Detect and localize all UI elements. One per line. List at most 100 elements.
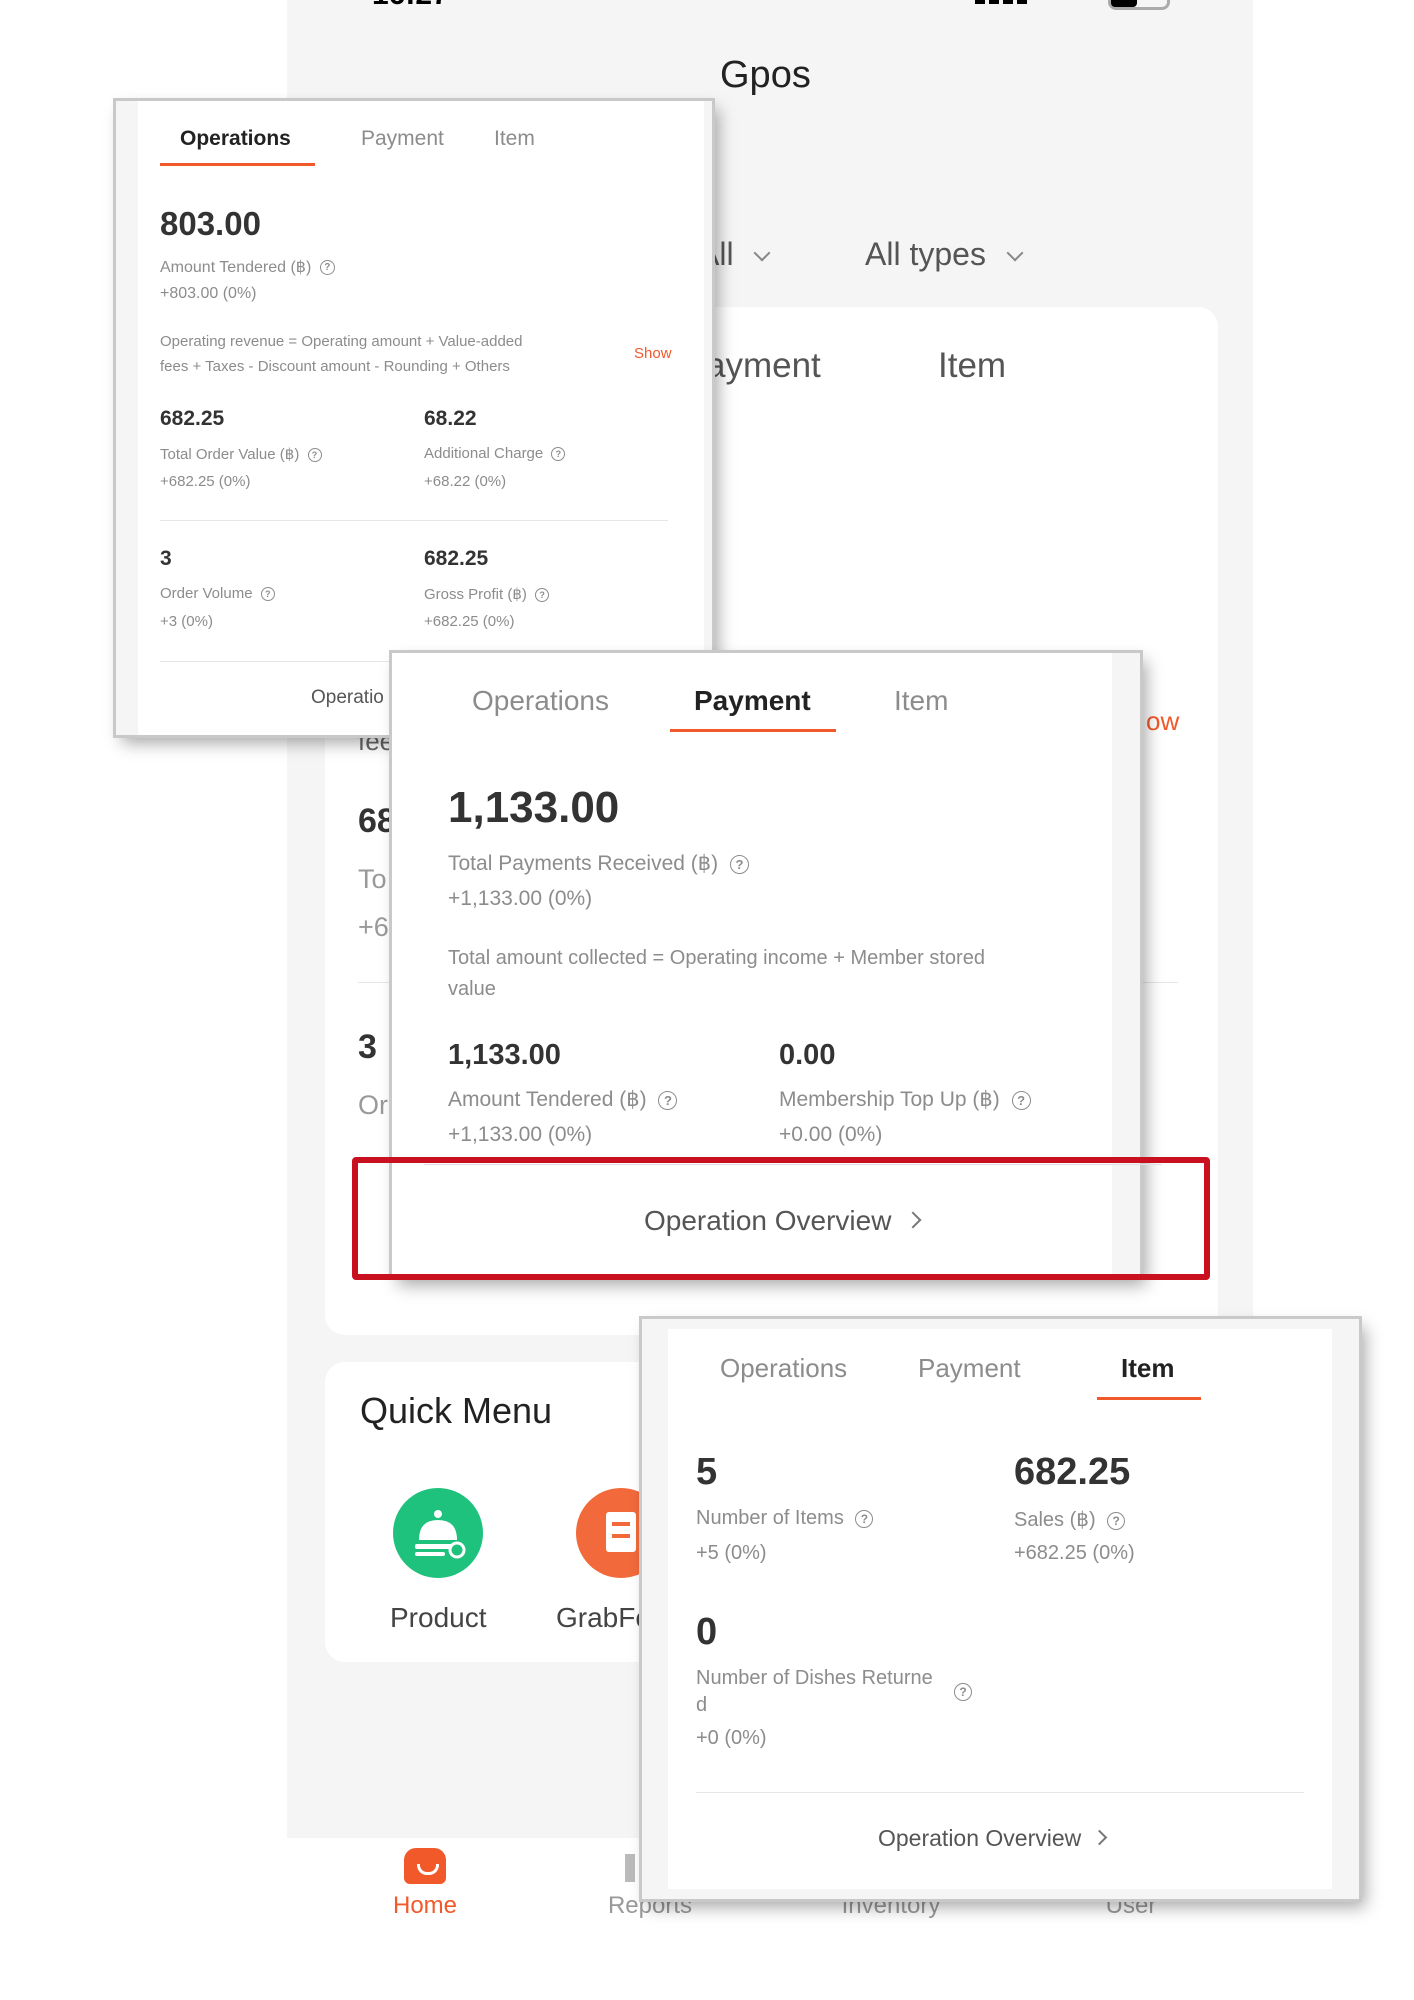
tab-item[interactable]: Item [1121,1353,1174,1384]
dishes-returned-label-2: d [696,1694,708,1716]
operation-overview-label: Operation Overview [878,1825,1082,1851]
chevron-right-icon [1091,1829,1107,1846]
metric-label-text: Additional Charge [424,445,544,462]
operations-card: Operations Payment Item 803.00 Amount Te… [138,101,704,735]
show-link[interactable]: Show [634,345,672,362]
amount-tendered-value: 803.00 [160,205,261,242]
tab-payment[interactable]: Payment [694,685,811,717]
metric-label: Order Volume ? [160,585,275,602]
type-filter-label: All types [865,236,986,272]
metric-label: Number of Items ? [696,1507,874,1530]
metric-label-text: Membership Top Up (฿) [779,1088,1000,1111]
chevron-down-icon [1006,244,1024,262]
metric-label-text: Gross Profit (฿) [424,586,527,603]
help-icon[interactable]: ? [1011,1090,1031,1110]
chevron-down-icon [753,244,771,262]
bg-change-fragment: +6 [358,912,389,942]
home-icon [404,1848,446,1884]
type-filter[interactable]: All types [865,236,1024,276]
metric-value: 3 [160,547,172,570]
help-icon[interactable]: ? [535,588,550,603]
app-title: Gpos [720,54,811,96]
bg-value-fragment: 68 [358,802,396,840]
active-tab-indicator [670,729,836,732]
help-icon[interactable]: ? [954,1683,972,1701]
tab-operations[interactable]: Operations [472,685,609,717]
help-icon[interactable]: ? [729,854,749,874]
sales-value: 682.25 [1014,1451,1131,1493]
help-icon[interactable]: ? [855,1509,874,1528]
total-payments-label-text: Total Payments Received (฿) [448,852,719,875]
formula-line-1: Operating revenue = Operating amount + V… [160,333,523,350]
operations-panel-screenshot: Operations Payment Item 803.00 Amount Te… [116,101,712,735]
tab-home[interactable]: Home [360,1848,490,1958]
item-card: Operations Payment Item 5 Number of Item… [668,1329,1332,1889]
amount-tendered-change: +803.00 (0%) [160,285,257,302]
item-panel-screenshot: Operations Payment Item 5 Number of Item… [642,1319,1359,1899]
battery-icon [1108,0,1170,10]
quick-menu-grabfood-label: GrabFo [556,1602,651,1633]
metric-change: +5 (0%) [696,1542,767,1564]
metric-change: +682.25 (0%) [160,473,251,490]
divider [696,1792,1304,1793]
tab-payment[interactable]: Payment [918,1353,1021,1384]
metric-change: +0.00 (0%) [779,1123,883,1146]
formula-line-2: fees + Taxes - Discount amount - Roundin… [160,358,510,375]
metric-change: +3 (0%) [160,613,213,630]
tab-item[interactable]: Item [494,127,535,151]
tab-item[interactable]: Item [894,685,948,717]
formula-line-1: Total amount collected = Operating incom… [448,947,985,969]
metric-value: 682.25 [160,407,225,430]
help-icon[interactable]: ? [260,587,275,602]
total-payments-label: Total Payments Received (฿) ? [448,851,749,876]
metric-label: Sales (฿) ? [1014,1507,1126,1532]
quick-menu-product-label: Product [390,1602,487,1633]
metric-value: 1,133.00 [448,1039,561,1071]
show-link-bg[interactable]: ow [1146,706,1179,737]
metric-label-text: Sales (฿) [1014,1509,1096,1531]
metric-change: +68.22 (0%) [424,473,507,490]
active-tab-indicator [1097,1397,1201,1400]
total-payments-change: +1,133.00 (0%) [448,887,593,910]
help-icon[interactable]: ? [307,448,322,463]
operation-overview-link[interactable]: Operation Overview [878,1825,1107,1852]
status-time: 16:27 [372,0,449,12]
metric-value: 682.25 [424,547,489,570]
formula-line-2: value [448,978,496,1000]
metric-label-text: Number of Items [696,1507,844,1529]
bg-label-fragment: To [358,864,387,894]
tab-payment[interactable]: Payment [361,127,444,151]
dishes-returned-value: 0 [696,1611,718,1653]
metric-label: Additional Charge ? [424,445,566,462]
divider [160,520,668,521]
tab-operations[interactable]: Operations [720,1353,847,1384]
metric-change: +0 (0%) [696,1727,767,1749]
help-icon[interactable]: ? [658,1090,678,1110]
tab-payment-bg[interactable]: ayment [706,346,821,386]
metric-label: Membership Top Up (฿) ? [779,1087,1031,1112]
metric-change: +1,133.00 (0%) [448,1123,593,1146]
bg-volume-fragment: 3 [358,1028,377,1066]
operation-overview-link-partial[interactable]: Operatio [311,687,384,709]
amount-tendered-label-text: Amount Tendered (฿) [160,259,312,276]
signal-icon [975,0,1035,4]
tab-operations[interactable]: Operations [180,127,291,151]
metric-label-text: Order Volume [160,585,253,602]
metric-change: +682.25 (0%) [1014,1542,1135,1564]
metric-value: 0.00 [779,1039,836,1071]
metric-label: Gross Profit (฿) ? [424,585,550,603]
help-icon[interactable]: ? [551,447,566,462]
total-payments-value: 1,133.00 [448,783,620,832]
bg-volume-label-fragment: Or [358,1090,388,1120]
quick-menu-title: Quick Menu [360,1390,553,1431]
metric-label-text: Total Order Value (฿) [160,446,300,463]
quick-menu-product[interactable]: Product [380,1484,500,1644]
metric-change: +682.25 (0%) [424,613,515,630]
metric-label: Amount Tendered (฿) ? [448,1087,678,1112]
tab-item-bg[interactable]: Item [938,346,1006,386]
number-of-items-value: 5 [696,1451,718,1493]
product-bell-icon [393,1488,483,1578]
help-icon[interactable]: ? [319,260,335,276]
amount-tendered-label: Amount Tendered (฿) ? [160,257,335,277]
help-icon[interactable]: ? [1107,1511,1126,1530]
